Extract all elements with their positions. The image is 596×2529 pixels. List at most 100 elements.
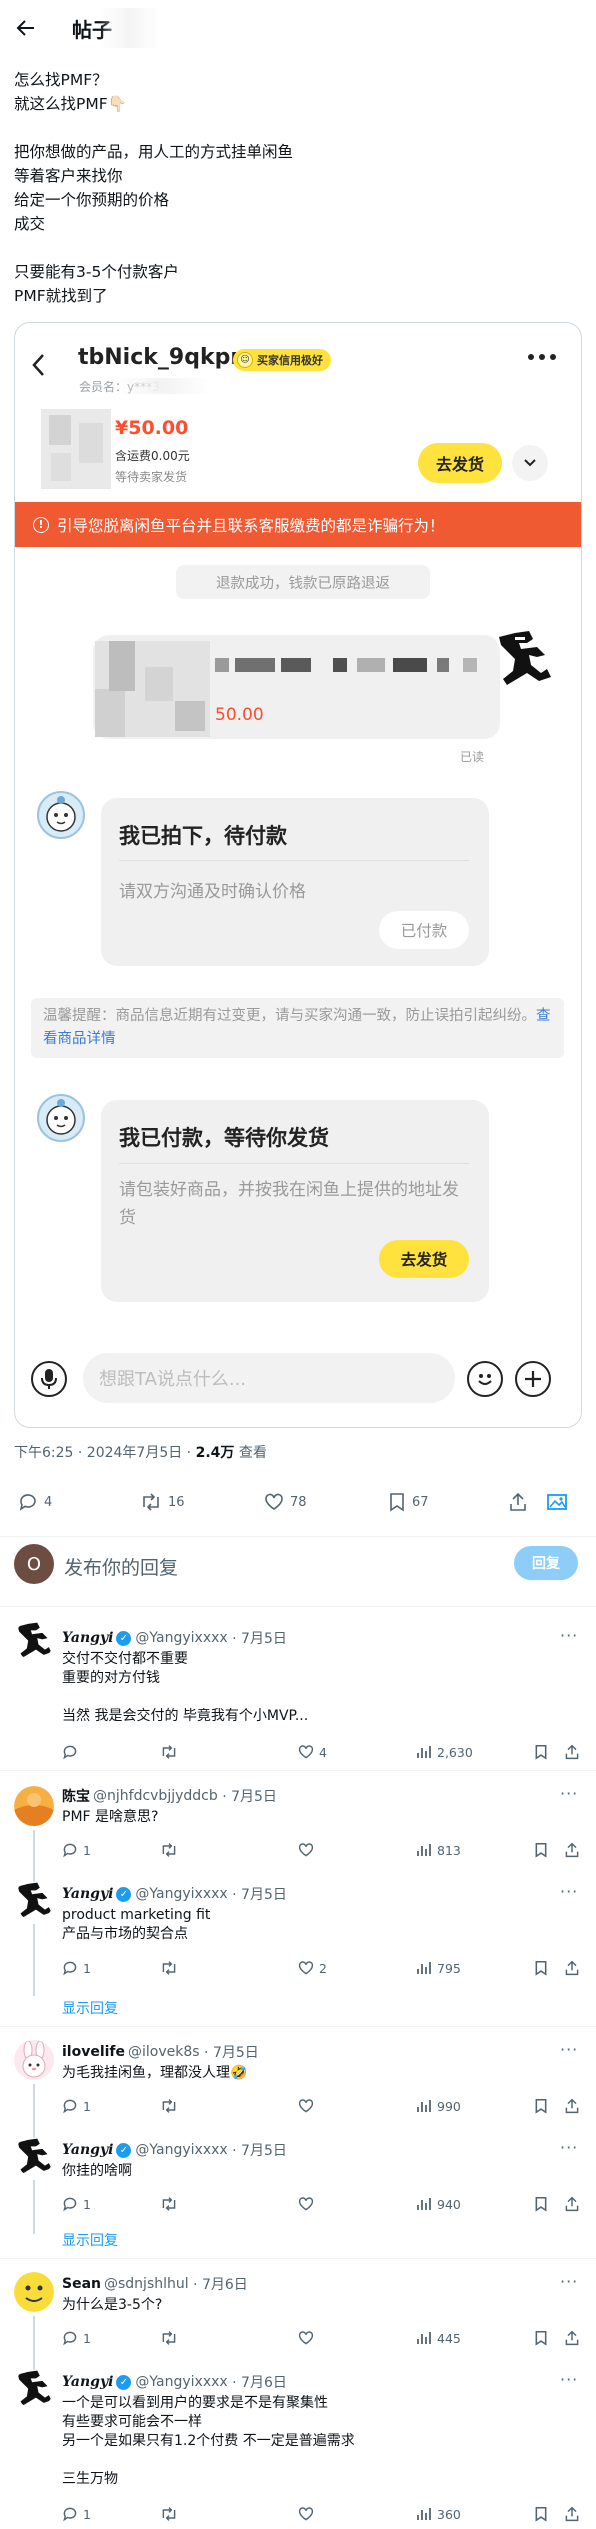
retweet-button[interactable] [160,2196,183,2212]
author-name[interactable]: Yangyi [62,2142,113,2158]
reply-item[interactable]: ilovelife @ilovek8s · 7月5日 ··· 为毛我挂闲鱼，理都没… [0,2032,596,2138]
reply-item[interactable]: Yangyi ✓ @Yangyixxxx · 7月6日 ··· 一个是可以看到用户的… [0,2362,596,2529]
retweet-button[interactable] [160,2506,183,2522]
like-button[interactable] [298,2098,319,2114]
views-button[interactable]: 795 [416,1960,461,1976]
product-image [95,641,210,737]
views-button[interactable]: 940 [416,2196,461,2212]
author-handle[interactable]: @ilovek8s [128,2044,200,2060]
retweet-button[interactable]: 16 [140,1492,185,1512]
more-icon[interactable]: ··· [560,2370,578,2389]
share-button[interactable] [564,1960,580,1976]
reply-button[interactable]: 1 [62,2330,91,2346]
bookmark-button[interactable] [534,1960,548,1976]
retweet-button[interactable] [160,1842,183,1858]
ninja-avatar-icon[interactable] [14,2136,54,2176]
like-button[interactable]: 2 [298,1960,327,1976]
ninja-avatar-icon[interactable] [14,1880,54,1920]
reply-button[interactable]: 1 [62,2098,91,2114]
share-button[interactable] [564,2098,580,2114]
back-button[interactable] [8,10,44,46]
bookmark-button[interactable] [534,2196,548,2212]
views-button[interactable]: 813 [416,1842,461,1858]
heart-icon [298,2099,314,2113]
views-button[interactable]: 360 [416,2506,461,2522]
like-button[interactable]: 78 [264,1492,307,1512]
author-name[interactable]: Sean [62,2276,101,2292]
more-icon[interactable]: ··· [560,1882,578,1901]
more-icon[interactable]: ··· [560,1626,578,1645]
author-handle[interactable]: @Yangyixxxx [135,1886,227,1902]
like-button[interactable] [298,2506,319,2522]
more-icon[interactable]: ··· [560,2138,578,2157]
share-button[interactable] [564,2506,580,2522]
reply-header: Yangyi ✓ @Yangyixxxx · 7月5日 [62,1884,287,1904]
author-name[interactable]: Yangyi [62,2374,113,2390]
bookmark-button[interactable] [534,2098,548,2114]
author-name[interactable]: Yangyi [62,1630,113,1646]
share-button[interactable] [564,2330,580,2346]
show-replies-link[interactable]: 显示回复 [62,1998,118,2018]
show-replies-link[interactable]: 显示回复 [62,2230,118,2250]
author-handle[interactable]: @Yangyixxxx [135,2374,227,2390]
like-button[interactable]: 4 [298,1744,327,1760]
reply-button[interactable]: 1 [62,1960,91,1976]
share-button[interactable] [564,1842,580,1858]
reply-icon [63,2197,77,2212]
share-button[interactable] [564,2196,580,2212]
reply-input[interactable]: 发布你的回复 [64,1553,178,1580]
author-name[interactable]: ilovelife [62,2044,125,2060]
reply-actions: 4 2,630 [62,1744,582,1764]
reply-button[interactable]: 1 [62,2506,91,2522]
retweet-button[interactable] [160,2098,183,2114]
share-button[interactable] [564,1744,580,1760]
image-search-button[interactable] [546,1492,568,1512]
reply-button[interactable]: 1 [62,2196,91,2212]
views-button[interactable]: 445 [416,2330,461,2346]
reply-actions: 1 2 795 [62,1960,582,1980]
reply-item[interactable]: Yangyi ✓ @Yangyixxxx · 7月5日 ··· 你挂的啥啊 1 94… [0,2130,596,2234]
bookmark-button[interactable] [534,2506,548,2522]
views-button[interactable]: 2,630 [416,1744,473,1760]
reply-button[interactable]: 4 [18,1492,52,1512]
like-button[interactable] [298,2196,319,2212]
heart-icon [265,1493,283,1510]
author-handle[interactable]: @Yangyixxxx [135,1630,227,1646]
emoji-avatar-icon[interactable] [14,2272,54,2312]
reply-date: · 7月6日 [232,2375,287,2391]
retweet-button[interactable] [160,1744,183,1760]
like-button[interactable] [298,1842,319,1858]
author-name[interactable]: 陈宝 [62,1786,90,1806]
ninja-avatar-icon[interactable] [14,1620,54,1660]
tweet-image[interactable]: tbNick_9qkpm ☺买家信用极好 会员名：y***3 ¥50.00 含运… [14,322,582,1428]
more-icon[interactable]: ··· [560,2272,578,2291]
views-button[interactable]: 990 [416,2098,461,2114]
author-name[interactable]: Yangyi [62,1886,113,1902]
bookmark-button[interactable] [534,2330,548,2346]
reply-item[interactable]: Yangyi ✓ @Yangyixxxx · 7月5日 ··· 交付不交付都不重要 … [0,1618,596,1768]
avatar[interactable] [14,1786,54,1826]
retweet-button[interactable] [160,1960,183,1976]
reply-item[interactable]: Yangyi ✓ @Yangyixxxx · 7月5日 ··· product ma… [0,1874,596,1996]
more-icon[interactable]: ··· [560,2040,578,2059]
more-icon[interactable]: ··· [560,1784,578,1803]
view-count: 2,630 [437,1744,473,1760]
author-handle[interactable]: @sdnjshlhul [104,2276,189,2292]
bookmark-button[interactable] [534,1842,548,1858]
share-button[interactable] [508,1492,528,1512]
reply-submit-button[interactable]: 回复 [514,1546,578,1580]
ninja-avatar-icon[interactable] [14,2368,54,2408]
author-handle[interactable]: @Yangyixxxx [135,2142,227,2158]
reply-button[interactable] [62,1744,83,1760]
bookmark-button[interactable] [534,1744,548,1760]
reply-item[interactable]: 陈宝 @njhfdcvbjjyddcb · 7月5日 ··· PMF 是啥意思? … [0,1776,596,1882]
reply-icon [63,1745,77,1760]
retweet-button[interactable] [160,2330,183,2346]
bunny-avatar-icon[interactable] [14,2040,54,2080]
bookmark-button[interactable]: 67 [388,1492,429,1512]
reply-icon [63,2331,77,2346]
like-button[interactable] [298,2330,319,2346]
reply-button[interactable]: 1 [62,1842,91,1858]
reply-item[interactable]: Sean @sdnjshlhul · 7月6日 ··· 为什么是3-5个? 1 4… [0,2264,596,2370]
author-handle[interactable]: @njhfdcvbjjyddcb [93,1788,218,1804]
